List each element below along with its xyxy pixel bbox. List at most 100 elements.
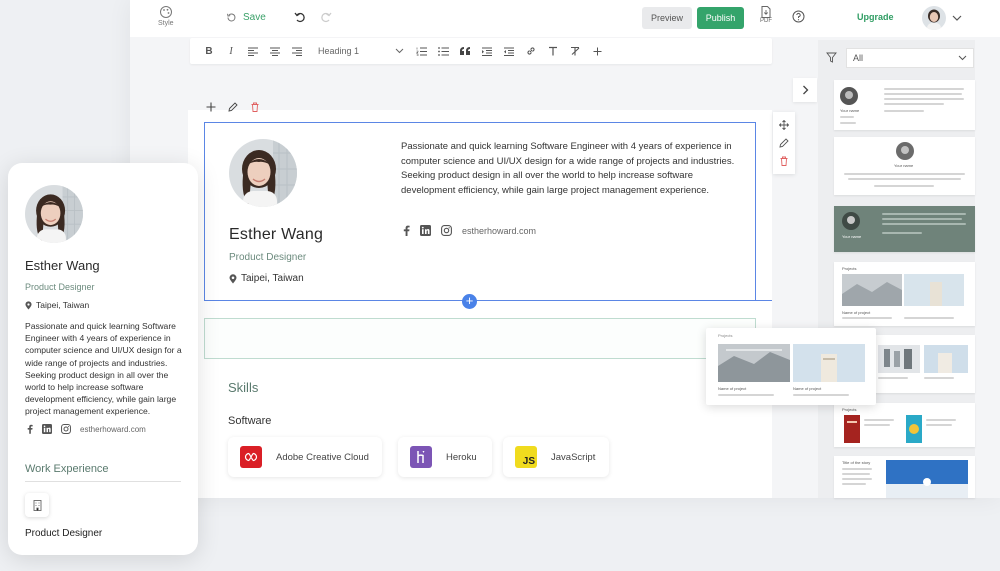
add-section-button[interactable] (206, 102, 216, 112)
template-section-label: Projects (842, 407, 857, 412)
ordered-list-button[interactable] (410, 41, 432, 61)
skill-card-javascript[interactable]: JS JavaScript (503, 437, 609, 477)
section-tools (206, 102, 260, 112)
plus-icon (593, 47, 602, 56)
pdf-icon (761, 6, 771, 18)
bold-button[interactable]: B (198, 41, 220, 61)
style-button[interactable]: Style (158, 5, 174, 27)
template-thumb-1[interactable]: Your name (834, 80, 975, 130)
text-button[interactable] (542, 41, 564, 61)
redo-button[interactable] (320, 11, 332, 23)
palette-icon (159, 5, 173, 19)
align-right-icon (292, 47, 302, 56)
filter-icon[interactable] (826, 52, 837, 63)
style-label: Style (158, 20, 174, 27)
work-experience-heading: Work Experience (25, 463, 109, 475)
skill-name: Adobe Creative Cloud (276, 451, 369, 463)
chevron-right-icon (802, 85, 809, 95)
section-side-tools (773, 112, 795, 174)
skill-name: JavaScript (551, 451, 596, 463)
outdent-button[interactable] (498, 41, 520, 61)
header-section[interactable]: Esther Wang Product Designer Taipei, Tai… (204, 122, 756, 301)
delete-section-button[interactable] (250, 102, 260, 112)
website-link[interactable]: estherhoward.com (462, 226, 536, 236)
popup-section-label: Projects (718, 333, 733, 338)
template-filter-select[interactable]: All (846, 48, 974, 68)
resume-location[interactable]: Taipei, Taiwan (229, 273, 304, 284)
template-thumb-3[interactable]: Your name (834, 206, 975, 252)
skill-card-adobe[interactable]: Adobe Creative Cloud (228, 437, 382, 477)
website-link[interactable]: estherhoward.com (80, 425, 146, 434)
ordered-list-icon (415, 47, 427, 56)
account-menu[interactable] (922, 6, 962, 30)
upgrade-button[interactable]: Upgrade (857, 12, 894, 22)
template-name: Your name (894, 163, 914, 168)
bullet-list-button[interactable] (432, 41, 454, 61)
template-thumb-2[interactable]: Your name (834, 137, 975, 195)
template-thumb-7[interactable]: Title of the story (834, 456, 975, 498)
quote-button[interactable] (454, 41, 476, 61)
publish-button[interactable]: Publish (697, 7, 744, 29)
mobile-social-links: estherhoward.com (27, 424, 146, 434)
save-label: Save (243, 12, 266, 23)
mobile-summary: Passionate and quick learning Software E… (25, 321, 182, 417)
template-thumb-6[interactable]: Projects (834, 403, 975, 447)
profile-photo[interactable] (229, 139, 297, 207)
skill-card-heroku[interactable]: Heroku (398, 437, 492, 477)
resume-name[interactable]: Esther Wang (229, 226, 323, 244)
facebook-icon[interactable] (403, 225, 410, 236)
template-name: Your name (842, 234, 862, 239)
clear-format-icon (570, 46, 581, 56)
preview-button[interactable]: Preview (642, 7, 692, 29)
section-divider (25, 481, 181, 482)
align-left-button[interactable] (242, 41, 264, 61)
heading-select[interactable]: Heading 1 (308, 46, 410, 56)
delete-icon[interactable] (779, 156, 789, 166)
add-section-circle-button[interactable]: + (462, 294, 477, 309)
save-button[interactable]: Save (226, 12, 266, 23)
text-icon (548, 46, 558, 56)
indent-icon (482, 47, 492, 56)
adobe-cc-icon (240, 446, 262, 468)
chevron-down-icon (395, 48, 404, 54)
instagram-icon[interactable] (61, 424, 71, 434)
linkedin-icon[interactable] (420, 225, 431, 236)
heroku-icon (410, 446, 432, 468)
move-icon[interactable] (779, 120, 789, 130)
align-center-button[interactable] (264, 41, 286, 61)
link-button[interactable] (520, 41, 542, 61)
dragging-project-preview[interactable]: Projects Name of project Name of project (706, 328, 876, 405)
mobile-name: Esther Wang (25, 258, 100, 273)
skills-heading[interactable]: Skills (228, 380, 258, 395)
insert-button[interactable] (586, 41, 608, 61)
italic-button[interactable]: I (220, 41, 242, 61)
template-panel: All Your name Your name Your name Projec… (818, 40, 975, 498)
clear-format-button[interactable] (564, 41, 586, 61)
bullet-list-icon (437, 46, 449, 56)
help-button[interactable] (792, 10, 805, 23)
location-pin-icon (229, 273, 237, 284)
edit-icon[interactable] (779, 138, 789, 148)
popup-project-name-b: Name of project (793, 386, 822, 391)
template-project-name: Name of project (842, 310, 871, 315)
software-heading[interactable]: Software (228, 415, 271, 427)
linkedin-icon[interactable] (42, 424, 52, 434)
pdf-label: PDF (760, 18, 772, 24)
undo-button[interactable] (294, 11, 306, 23)
pdf-button[interactable]: PDF (760, 6, 772, 24)
quote-icon (460, 47, 470, 55)
empty-section-placeholder[interactable] (204, 318, 756, 359)
instagram-icon[interactable] (441, 225, 452, 236)
resume-summary[interactable]: Passionate and quick learning Software E… (401, 140, 741, 199)
align-center-icon (270, 47, 280, 56)
edit-section-button[interactable] (228, 102, 238, 112)
template-thumb-4[interactable]: Projects Name of project (834, 262, 975, 326)
indent-button[interactable] (476, 41, 498, 61)
location-text: Taipei, Taiwan (36, 300, 90, 310)
panel-toggle-button[interactable] (793, 78, 817, 102)
resume-role[interactable]: Product Designer (229, 252, 306, 263)
location-pin-icon (25, 300, 32, 310)
facebook-icon[interactable] (27, 424, 33, 434)
align-right-button[interactable] (286, 41, 308, 61)
link-icon (526, 46, 536, 56)
